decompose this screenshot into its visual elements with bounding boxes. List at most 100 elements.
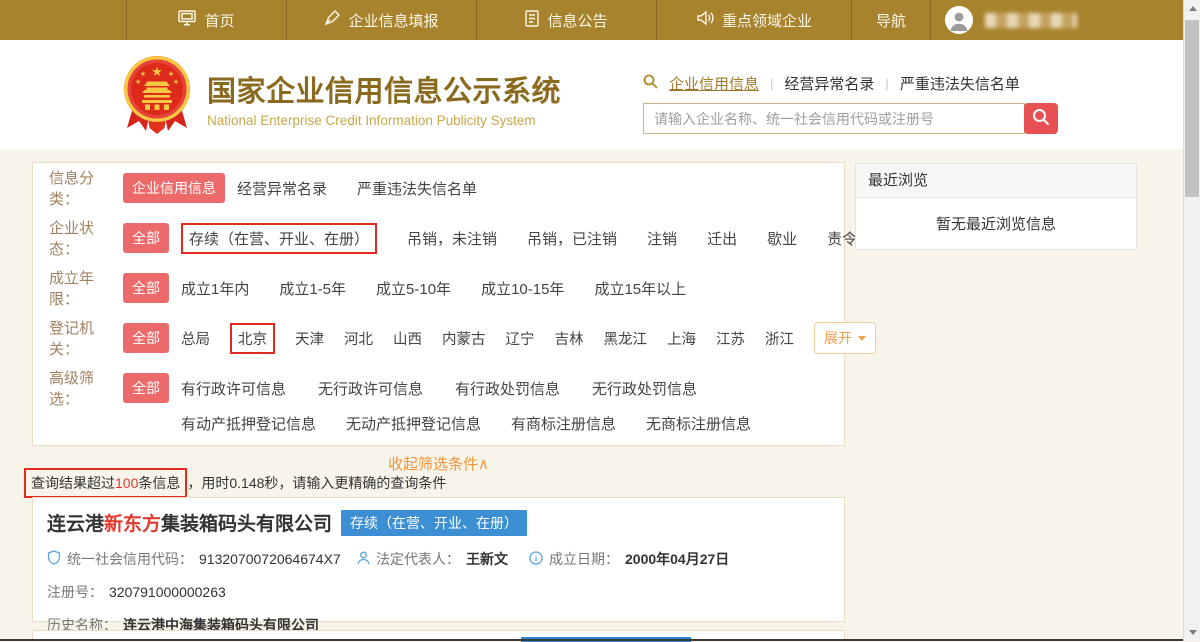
company-name-link[interactable]: 连云港新东方集装箱码头有限公司 bbox=[47, 509, 332, 536]
scrollbar-up-button[interactable] bbox=[1184, 0, 1200, 17]
search-area: 企业信用信息 | 经营异常名录 | 严重违法失信名单 bbox=[643, 73, 1073, 134]
search-box bbox=[643, 103, 1073, 134]
filter-option[interactable]: 有行政处罚信息 bbox=[455, 378, 560, 399]
filter-option[interactable]: 严重违法失信名单 bbox=[357, 178, 477, 199]
search-tabs: 企业信用信息 | 经营异常名录 | 严重违法失信名单 bbox=[643, 73, 1073, 94]
filter-option[interactable]: 吉林 bbox=[555, 328, 584, 349]
filter-label: 登记机关： bbox=[49, 317, 123, 359]
recent-browse-title: 最近浏览 bbox=[856, 164, 1136, 198]
filter-option[interactable]: 山西 bbox=[393, 328, 422, 349]
vertical-scrollbar[interactable] bbox=[1183, 0, 1200, 641]
user-menu[interactable] bbox=[931, 0, 1183, 40]
reg-no-value: 320791000000263 bbox=[109, 584, 226, 600]
nav-item-enterprise-filing[interactable]: 企业信息填报 bbox=[286, 0, 476, 40]
filter-option[interactable]: 经营异常名录 bbox=[237, 178, 327, 199]
filter-option[interactable]: 成立1-5年 bbox=[279, 278, 346, 299]
search-tab-abnormal-list[interactable]: 经营异常名录 bbox=[784, 73, 874, 94]
search-tab-credit-info[interactable]: 企业信用信息 bbox=[669, 73, 759, 94]
filter-row-info-category: 信息分类： 企业信用信息 经营异常名录 严重违法失信名单 bbox=[33, 163, 844, 213]
pen-icon bbox=[324, 10, 340, 30]
svg-text:★: ★ bbox=[135, 78, 141, 86]
filter-option[interactable]: 有行政许可信息 bbox=[181, 378, 286, 399]
result-card: 连云港新东方集装箱码头有限公司 存续（在营、开业、在册） 统一社会信用代码： 9… bbox=[32, 497, 845, 622]
filter-option[interactable]: 成立15年以上 bbox=[594, 278, 686, 299]
search-button[interactable] bbox=[1024, 103, 1058, 134]
filter-option[interactable]: 成立5-10年 bbox=[376, 278, 451, 299]
svg-text:★: ★ bbox=[151, 64, 163, 79]
legal-rep-value: 王新文 bbox=[466, 549, 508, 569]
filter-option[interactable]: 无商标注册信息 bbox=[646, 413, 751, 434]
filter-option[interactable]: 歇业 bbox=[767, 228, 797, 249]
tab-separator: | bbox=[885, 76, 888, 91]
filter-option[interactable]: 河北 bbox=[344, 328, 373, 349]
speaker-icon bbox=[696, 10, 714, 30]
expand-button[interactable]: 展开 bbox=[814, 322, 876, 354]
card-detail-row-2: 注册号： 320791000000263 bbox=[47, 582, 830, 602]
nav-item-announcements[interactable]: 信息公告 bbox=[476, 0, 656, 40]
filter-option[interactable]: 成立1年内 bbox=[181, 278, 249, 299]
filter-option[interactable]: 天津 bbox=[295, 328, 324, 349]
card-title-row: 连云港新东方集装箱码头有限公司 存续（在营、开业、在册） bbox=[47, 509, 830, 536]
filter-chip-active[interactable]: 全部 bbox=[123, 373, 169, 403]
filter-chip-active[interactable]: 全部 bbox=[123, 273, 169, 303]
nav-spacer bbox=[0, 0, 126, 40]
filter-option[interactable]: 无行政处罚信息 bbox=[592, 378, 697, 399]
search-tab-illegal-list[interactable]: 严重违法失信名单 bbox=[900, 73, 1020, 94]
scroll-up-icon bbox=[1189, 6, 1197, 11]
scrollbar-thumb[interactable] bbox=[1185, 20, 1199, 197]
nav-item-label: 企业信息填报 bbox=[348, 10, 438, 31]
filter-option[interactable]: 迁出 bbox=[707, 228, 737, 249]
filter-label: 高级筛选： bbox=[49, 367, 123, 409]
filter-panel: 信息分类： 企业信用信息 经营异常名录 严重违法失信名单 企业状态： 全部 存续… bbox=[32, 162, 845, 446]
svg-text:★: ★ bbox=[140, 70, 146, 78]
filter-chip-active[interactable]: 企业信用信息 bbox=[123, 173, 225, 203]
establish-date-field: 成立日期： 2000年04月27日 bbox=[529, 549, 729, 569]
legal-rep-label: 法定代表人： bbox=[376, 549, 460, 569]
establish-date-value: 2000年04月27日 bbox=[625, 549, 729, 569]
nav-item-home[interactable]: 首页 bbox=[126, 0, 286, 40]
site-title-cn: 国家企业信用信息公示系统 bbox=[207, 68, 561, 110]
filter-option-annotated[interactable]: 存续（在营、开业、在册） bbox=[181, 223, 377, 254]
establish-date-label: 成立日期： bbox=[549, 549, 619, 569]
document-icon bbox=[525, 10, 539, 31]
site-header: ★ ★ ★ ★ ★ 国家企业信用信息公示系统 National Enterpri… bbox=[0, 40, 1183, 150]
svg-text:★: ★ bbox=[173, 78, 179, 86]
filter-option[interactable]: 注销 bbox=[647, 228, 677, 249]
filter-option-annotated[interactable]: 北京 bbox=[230, 323, 275, 354]
expand-button-label: 展开 bbox=[824, 328, 852, 348]
national-emblem-logo: ★ ★ ★ ★ ★ bbox=[120, 54, 194, 141]
nav-item-label: 导航 bbox=[876, 10, 906, 31]
scrollbar-down-button[interactable] bbox=[1184, 624, 1200, 641]
filter-option[interactable]: 江苏 bbox=[716, 328, 745, 349]
filter-option[interactable]: 有商标注册信息 bbox=[511, 413, 616, 434]
brand-titles: 国家企业信用信息公示系统 National Enterprise Credit … bbox=[207, 68, 561, 128]
filter-option[interactable]: 内蒙古 bbox=[442, 328, 486, 349]
filter-option[interactable]: 成立10-15年 bbox=[481, 278, 564, 299]
nav-item-navigation[interactable]: 导航 bbox=[851, 0, 931, 40]
filter-option[interactable]: 无动产抵押登记信息 bbox=[346, 413, 481, 434]
filter-option[interactable]: 有动产抵押登记信息 bbox=[181, 413, 316, 434]
credit-code-field: 统一社会信用代码： 9132070072064674X7 bbox=[47, 549, 357, 569]
monitor-icon bbox=[178, 10, 196, 30]
filter-option[interactable]: 无行政许可信息 bbox=[318, 378, 423, 399]
legal-rep-field: 法定代表人： 王新文 bbox=[357, 549, 529, 569]
filter-option[interactable]: 上海 bbox=[667, 328, 696, 349]
svg-text:★: ★ bbox=[168, 70, 174, 78]
filter-label: 成立年限： bbox=[49, 267, 123, 309]
filter-option[interactable]: 辽宁 bbox=[506, 328, 535, 349]
search-input[interactable] bbox=[643, 103, 1025, 134]
filter-option[interactable]: 总局 bbox=[181, 328, 210, 349]
result-count-suffix: 条信息 bbox=[138, 475, 180, 491]
company-name-part: 连云港 bbox=[47, 514, 104, 535]
recent-browse-empty-text: 暂无最近浏览信息 bbox=[856, 198, 1136, 249]
filter-option[interactable]: 浙江 bbox=[765, 328, 794, 349]
site-title-en: National Enterprise Credit Information P… bbox=[207, 113, 561, 128]
filter-chip-active[interactable]: 全部 bbox=[123, 223, 169, 253]
filter-option[interactable]: 黑龙江 bbox=[604, 328, 648, 349]
filter-option[interactable]: 吊销，已注销 bbox=[527, 228, 617, 249]
filter-chip-active[interactable]: 全部 bbox=[123, 323, 169, 353]
result-count-annotated: 查询结果超过100条信息 bbox=[24, 468, 187, 498]
nav-item-label: 信息公告 bbox=[547, 10, 607, 31]
nav-item-key-field-enterprises[interactable]: 重点领域企业 bbox=[656, 0, 851, 40]
filter-option[interactable]: 吊销，未注销 bbox=[407, 228, 497, 249]
